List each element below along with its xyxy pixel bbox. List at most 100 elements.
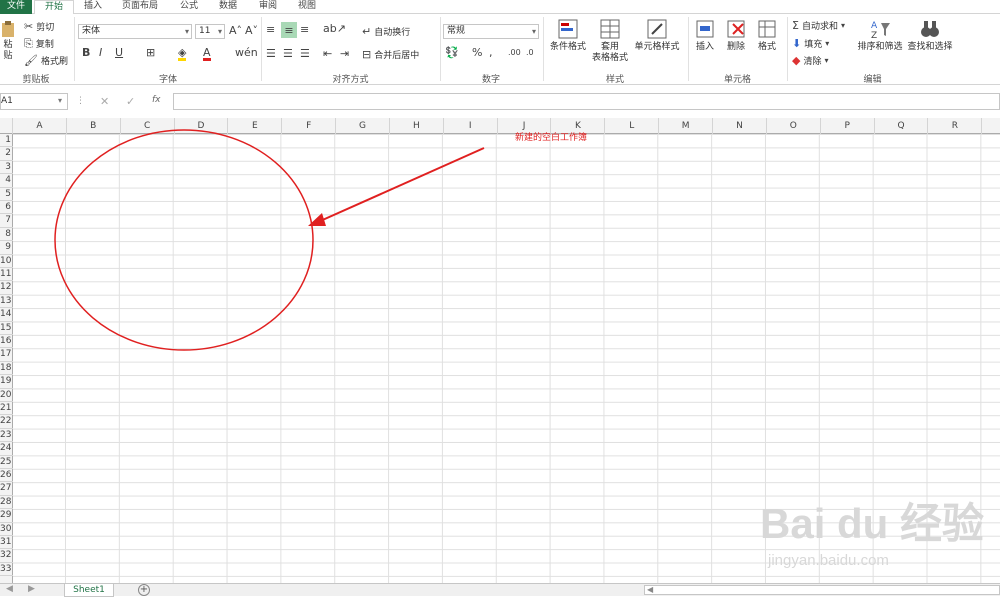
row-header[interactable]: 21 [0, 402, 13, 416]
row-header[interactable]: 9 [0, 241, 13, 255]
tab-page-layout[interactable]: 页面布局 [122, 0, 158, 14]
autosum-button[interactable]: Σ 自动求和 ▾ [792, 19, 845, 32]
row-header[interactable]: 20 [0, 389, 13, 402]
namebox-dropdown-icon[interactable]: ▾ [58, 96, 62, 105]
comma-button[interactable]: , [489, 47, 493, 58]
row-header[interactable]: 1 [0, 134, 13, 148]
column-header[interactable]: F [282, 118, 337, 134]
wrap-text-button[interactable]: ↵ 自动换行 [362, 25, 410, 38]
clear-button[interactable]: ◆ 清除 ▾ [792, 54, 829, 67]
row-header[interactable]: 31 [0, 536, 13, 550]
paste-button[interactable]: 粘贴 [0, 20, 16, 62]
row-header[interactable]: 27 [0, 482, 13, 496]
insert-cells-button[interactable]: 插入 [692, 18, 718, 53]
row-header[interactable]: 19 [0, 375, 13, 389]
tab-formulas[interactable]: 公式 [180, 0, 198, 14]
column-header[interactable]: L [605, 118, 660, 134]
row-header[interactable]: 28 [0, 496, 13, 510]
underline-button[interactable]: U [115, 47, 123, 58]
row-header[interactable]: 26 [0, 469, 13, 483]
number-format-select[interactable]: 常规 [443, 24, 539, 39]
select-all-corner[interactable] [0, 118, 13, 134]
row-header[interactable]: 23 [0, 429, 13, 443]
column-header[interactable]: Q [875, 118, 929, 134]
italic-button[interactable]: I [99, 47, 102, 58]
fill-color-button[interactable]: ◈ [178, 47, 187, 61]
cut-button[interactable]: ✂ 剪切 [24, 20, 54, 33]
insert-function-icon[interactable]: fx [152, 95, 161, 105]
copy-button[interactable]: ⎘ 复制 [24, 37, 54, 50]
tab-file[interactable]: 文件 [0, 0, 32, 14]
orientation-button[interactable]: ab↗ [323, 23, 346, 34]
align-center-button[interactable]: ☰ [283, 48, 293, 59]
column-header[interactable]: O [767, 118, 821, 134]
row-header[interactable]: 15 [0, 322, 13, 335]
grow-font-button[interactable]: A˄ [229, 25, 242, 36]
currency-button[interactable]: 💱 [445, 47, 459, 58]
row-header[interactable]: 12 [0, 281, 13, 295]
row-header[interactable]: 24 [0, 442, 13, 456]
column-header[interactable]: N [713, 118, 767, 134]
shrink-font-button[interactable]: A˅ [245, 25, 258, 36]
font-color-button[interactable]: A [203, 47, 211, 61]
confirm-icon[interactable]: ✓ [126, 95, 135, 108]
column-header[interactable]: R [928, 118, 983, 134]
increase-indent-button[interactable]: ⇥ [340, 48, 349, 59]
row-header[interactable]: 30 [0, 523, 13, 536]
conditional-format-button[interactable]: 条件格式 [548, 18, 588, 53]
row-header[interactable]: 18 [0, 362, 13, 376]
column-header[interactable]: C [121, 118, 175, 134]
scroll-left-icon[interactable]: ◀ [647, 585, 653, 594]
align-left-button[interactable]: ☰ [266, 48, 276, 59]
row-header[interactable]: 16 [0, 335, 13, 349]
column-header[interactable]: A [13, 118, 67, 134]
format-as-table-button[interactable]: 套用 表格格式 [590, 18, 630, 64]
tab-home[interactable]: 开始 [34, 0, 75, 15]
row-header[interactable]: 8 [0, 228, 13, 242]
tab-data[interactable]: 数据 [219, 0, 237, 14]
prev-sheet-icon[interactable]: ◀ [6, 584, 13, 594]
row-header[interactable]: 32 [0, 549, 13, 563]
column-header[interactable]: E [228, 118, 283, 134]
percent-button[interactable]: % [472, 47, 482, 58]
increase-decimal-button[interactable]: .00 [508, 47, 521, 58]
merge-center-button[interactable]: ⊟ 合并后居中 [362, 48, 419, 61]
tab-insert[interactable]: 插入 [84, 0, 102, 14]
row-header[interactable]: 10 [0, 255, 13, 268]
row-header[interactable]: 3 [0, 161, 13, 175]
formula-input[interactable] [173, 93, 1000, 110]
row-header[interactable]: 22 [0, 415, 13, 429]
find-select-button[interactable]: 查找和选择 [906, 18, 954, 53]
horizontal-scrollbar[interactable]: ◀ [644, 585, 1000, 595]
row-header[interactable]: 29 [0, 509, 13, 523]
decrease-indent-button[interactable]: ⇤ [323, 48, 332, 59]
decrease-decimal-button[interactable]: .0 [526, 47, 534, 58]
row-header[interactable]: 17 [0, 348, 13, 362]
column-header[interactable]: M [659, 118, 714, 134]
sort-filter-button[interactable]: AZ 排序和筛选 [856, 18, 904, 53]
tab-view[interactable]: 视图 [298, 0, 316, 14]
fill-button[interactable]: ⬇ 填充 ▾ [792, 37, 829, 50]
sheet-tab-sheet1[interactable]: Sheet1 [64, 584, 114, 597]
column-header[interactable]: P [821, 118, 875, 134]
row-header[interactable]: 5 [0, 188, 13, 201]
tab-review[interactable]: 审阅 [259, 0, 277, 14]
border-button[interactable]: ⊞ [146, 47, 155, 58]
column-header[interactable]: H [390, 118, 444, 134]
phonetic-button[interactable]: wén [235, 47, 258, 58]
delete-cells-button[interactable]: 删除 [723, 18, 749, 53]
column-header[interactable]: G [336, 118, 390, 134]
next-sheet-icon[interactable]: ▶ [28, 584, 35, 594]
add-sheet-icon[interactable]: + [138, 584, 150, 596]
cell-styles-button[interactable]: 单元格样式 [632, 18, 682, 53]
row-header[interactable]: 33 [0, 563, 13, 577]
column-header[interactable]: B [67, 118, 121, 134]
cancel-icon[interactable]: ✕ [100, 95, 109, 108]
column-header[interactable]: D [175, 118, 229, 134]
bold-button[interactable]: B [82, 47, 90, 58]
font-size-select[interactable]: 11 [195, 24, 225, 39]
format-painter-button[interactable]: 🖌 格式刷 [24, 54, 68, 67]
row-header[interactable]: 4 [0, 174, 13, 188]
align-right-button[interactable]: ☰ [300, 48, 310, 59]
align-bottom-button[interactable]: ≡ [300, 24, 309, 35]
